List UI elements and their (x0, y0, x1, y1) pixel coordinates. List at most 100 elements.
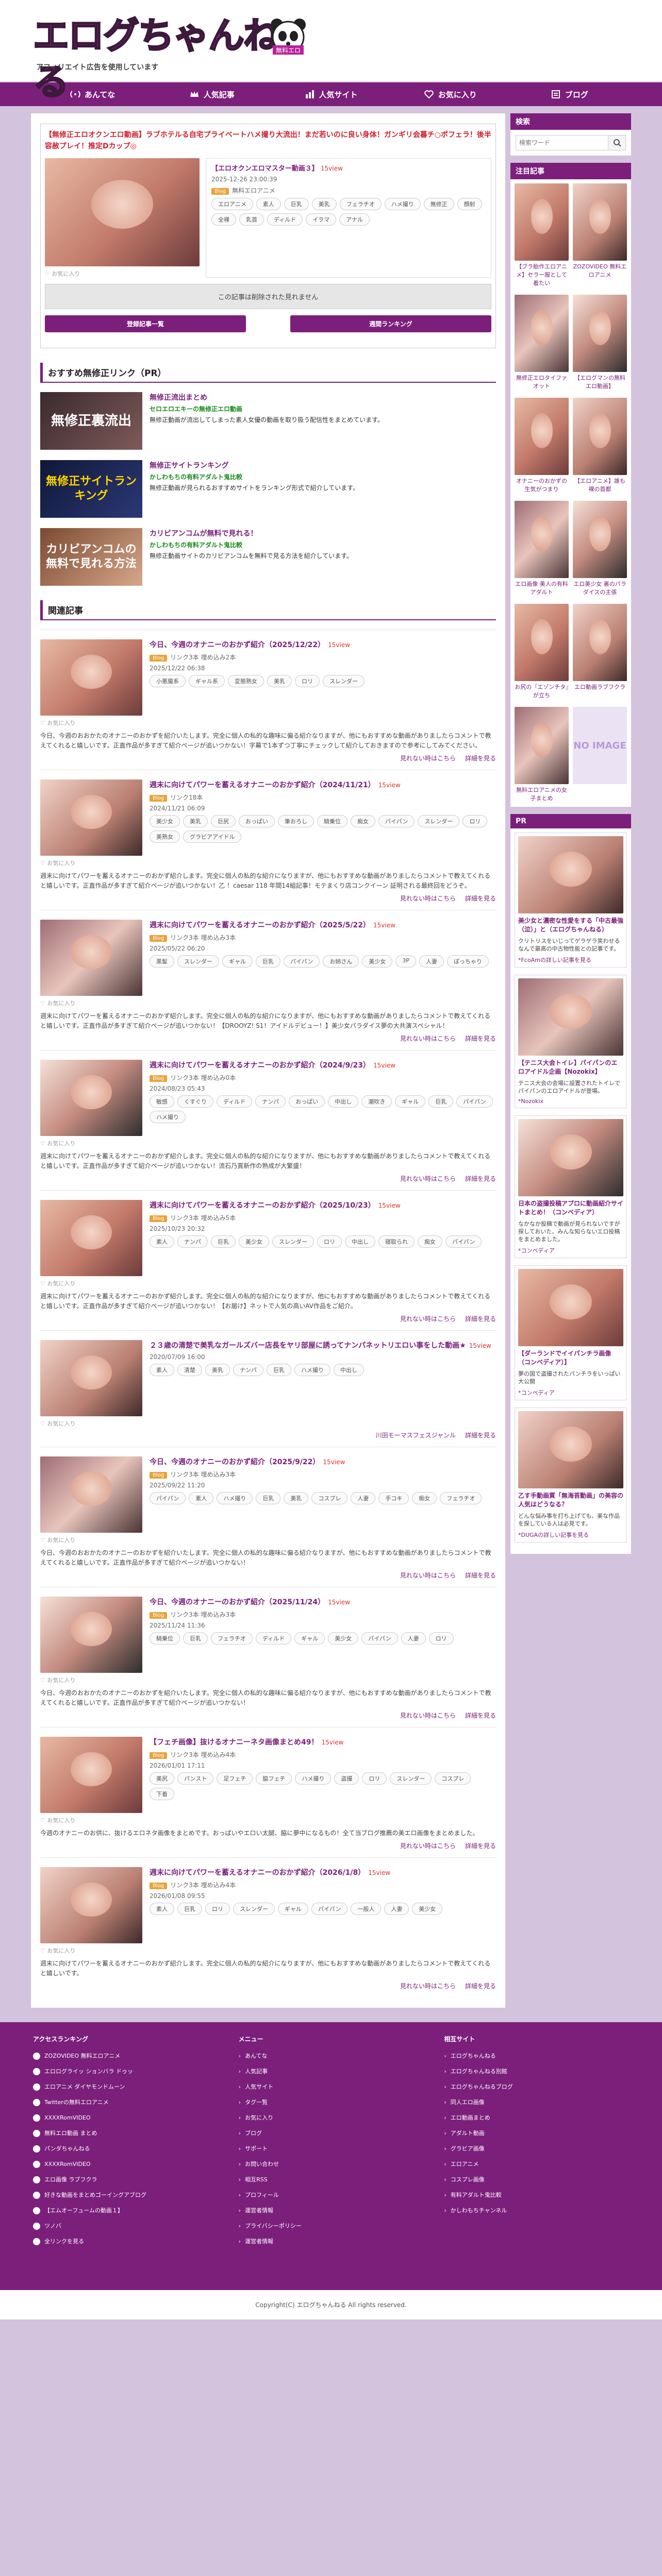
footer-link[interactable]: › アダルト動画 (444, 2126, 629, 2141)
footer-link[interactable]: › あんてな (239, 2048, 424, 2064)
footer-link[interactable]: エロ画像 ラブフクラ (33, 2172, 218, 2188)
footer-link[interactable]: Twitterの無料エロアニメ (33, 2095, 218, 2110)
favorite-link[interactable]: ♡ お気に入り (40, 1946, 142, 1955)
more-link[interactable]: 見れない時はこちら (400, 1982, 456, 1990)
tag-chip[interactable]: 痴女 (351, 815, 375, 827)
tag-chip[interactable]: ロリ (317, 1235, 342, 1248)
tag-chip[interactable]: ディルド (267, 213, 303, 226)
tag-chip[interactable]: 中出し (345, 1235, 375, 1248)
tag-chip[interactable]: ギャル (222, 955, 253, 968)
saved-articles-button[interactable]: 登録記事一覧 (45, 315, 246, 332)
tag-chip[interactable]: グラビアアイドル (183, 831, 242, 843)
tag-chip[interactable]: くすぐり (177, 1095, 213, 1108)
tag-chip[interactable]: コスプレ (311, 1492, 348, 1504)
tag-chip[interactable]: コスプレ (435, 1772, 471, 1785)
pickup-title[interactable]: エロ動画ラブフクラ (573, 683, 627, 691)
tag-chip[interactable]: お姉さん (323, 955, 359, 968)
footer-link[interactable]: › かしわもちチャンネル (444, 2203, 629, 2218)
recommended-banner[interactable]: 無修正サイトランキング (40, 460, 142, 518)
more-link[interactable]: 見れない時はこちら (400, 1315, 456, 1323)
tag-chip[interactable]: 美尻 (150, 1772, 174, 1785)
pickup-thumbnail[interactable] (573, 295, 627, 372)
tag-chip[interactable]: 巨乳 (284, 198, 309, 210)
pickup-item[interactable]: エロ画像 美人の有料アダルト (515, 501, 569, 597)
article-title[interactable]: 今日、今週のオナニーのおかず紹介（2025/12/22） 15view (150, 639, 496, 650)
pickup-thumbnail[interactable] (573, 604, 627, 681)
pickup-item[interactable]: エロ動画ラブフクラ (573, 604, 627, 700)
footer-link[interactable]: 全リンクを見る (33, 2234, 218, 2249)
tag-chip[interactable]: ロリ (428, 1632, 454, 1645)
pickup-title[interactable]: 無修正エロタイファオット (515, 374, 569, 391)
pr-title[interactable]: 【テニス大会トイレ】パイパンのエロアイドル企画【Nozokix】 (518, 1059, 623, 1076)
article-title-text[interactable]: 今日、今週のオナニーのおかず紹介（2025/12/22） (150, 641, 325, 649)
tag-chip[interactable]: 寝取られ (378, 1235, 415, 1248)
pickup-title[interactable]: オナニーのおかずの生気がつまり (515, 477, 569, 494)
recommended-item[interactable]: カリビアンコムの 無料で見れる方法 カリビアンコムが無料で見れる！ かしわもちの有料… (40, 528, 496, 586)
article-title-text[interactable]: 週末に向けてパワーを蓄えるオナニーのおかず紹介（2025/5/22） (150, 921, 370, 929)
nav-item-favorites[interactable]: お気に入り (391, 82, 510, 106)
pickup-item[interactable]: オナニーのおかずの生気がつまり (515, 398, 569, 494)
tag-chip[interactable]: パイパン (284, 955, 320, 968)
tag-chip[interactable]: 美少女 (150, 815, 180, 827)
pr-item[interactable]: 乙す手動画質「無海苔動画」の美容の人気はどうなる？ どんな悩み事を打ち上げても、楽… (515, 1408, 627, 1543)
tag-chip[interactable]: スレンダー (272, 1235, 314, 1248)
more-link[interactable]: 見れない時はこちら (400, 895, 456, 902)
tag-chip[interactable]: パイパン (445, 1235, 482, 1248)
footer-link[interactable]: › エロ動画まとめ (444, 2110, 629, 2126)
pr-thumbnail[interactable] (518, 1269, 623, 1346)
tag-chip[interactable]: ハメ撮り (217, 1492, 253, 1504)
article-thumbnail[interactable] (40, 1060, 142, 1136)
pickup-thumbnail[interactable] (515, 604, 569, 681)
more-link[interactable]: 詳細を見る (465, 1572, 496, 1579)
tag-chip[interactable]: スレンダー (390, 1772, 432, 1785)
tag-chip[interactable]: フェラチオ (440, 1492, 482, 1504)
tag-chip[interactable]: 美少女 (412, 1903, 443, 1915)
tag-chip[interactable]: 盗撮 (334, 1772, 359, 1785)
article-title[interactable]: 週末に向けてパワーを蓄えるオナニーのおかず紹介（2024/11/21） 15vie… (150, 779, 496, 790)
pr-item[interactable]: 【テニス大会トイレ】パイパンのエロアイドル企画【Nozokix】 テニス大会の会場… (515, 975, 627, 1108)
footer-link[interactable]: XXXXRomVIDEO (33, 2157, 218, 2172)
recommended-banner[interactable]: 無修正裏流出 (40, 392, 142, 450)
pr-link[interactable]: *Nozokix (518, 1098, 623, 1105)
more-link[interactable]: 見れない時はこちら (400, 1572, 456, 1579)
footer-link[interactable]: XXXXRomVIDEO (33, 2110, 218, 2126)
tag-chip[interactable]: 美乳 (311, 198, 337, 210)
pickup-title[interactable]: 【ブラ胎作エロアニメ】セラー服として着たい (515, 263, 569, 287)
tag-chip[interactable]: ナンパ (233, 1364, 263, 1376)
tag-chip[interactable]: パイパン (378, 815, 415, 827)
article-title-text[interactable]: 週末に向けてパワーを蓄えるオナニーのおかず紹介（2025/10/23） (150, 1201, 375, 1210)
pickup-thumbnail[interactable] (573, 501, 627, 578)
pickup-thumbnail[interactable] (573, 183, 627, 261)
article-title[interactable]: 週末に向けてパワーを蓄えるオナニーのおかず紹介（2026/1/8） 15view (150, 1867, 496, 1877)
more-link[interactable]: 詳細を見る (465, 1035, 496, 1042)
article-title[interactable]: 【フェチ画像】抜けるオナニーネタ画像まとめ49！ 15view (150, 1737, 496, 1747)
tag-chip[interactable]: ギャル (278, 1903, 308, 1915)
tag-chip[interactable]: 素人 (150, 1364, 174, 1376)
tag-chip[interactable]: 巨乳 (211, 1235, 236, 1248)
article-title-text[interactable]: 【フェチ画像】抜けるオナニーネタ画像まとめ49！ (150, 1738, 318, 1747)
tag-chip[interactable]: 中出し (328, 1095, 359, 1108)
tag-chip[interactable]: ぽっちゃり (446, 955, 489, 968)
pickup-title[interactable]: 無料エロアニメの女子まとめ (515, 786, 569, 803)
tag-chip[interactable]: 巨乳 (177, 1903, 202, 1915)
tag-chip[interactable]: ハメ撮り (384, 198, 421, 210)
pickup-thumbnail[interactable] (515, 707, 569, 784)
tag-chip[interactable]: フェラチオ (339, 198, 382, 210)
pr-link[interactable]: *DUGAの詳しい記事を見る (518, 1531, 623, 1539)
tag-chip[interactable]: 騎乗位 (150, 1632, 180, 1645)
featured-source-link[interactable]: 【エロオクンエロマスター動画３】 (211, 165, 319, 173)
tag-chip[interactable]: おっぱい (289, 1095, 325, 1108)
featured-thumbnail[interactable] (45, 158, 200, 266)
tag-chip[interactable]: スレンダー (418, 815, 460, 827)
tag-chip[interactable]: 痴女 (412, 1492, 437, 1504)
favorite-link[interactable]: ♡ お気に入り (40, 999, 142, 1007)
favorite-link[interactable]: ♡ お気に入り (40, 1816, 142, 1824)
pickup-item[interactable]: 無修正エロタイファオット (515, 295, 569, 391)
article-title-text[interactable]: 週末に向けてパワーを蓄えるオナニーのおかず紹介（2026/1/8） (150, 1869, 365, 1877)
pickup-item[interactable]: 無料エロアニメの女子まとめ (515, 707, 569, 803)
tag-chip[interactable]: 痴女 (418, 1235, 442, 1248)
tag-chip[interactable]: スレンダー (177, 955, 219, 968)
tag-chip[interactable]: ディルド (217, 1095, 253, 1108)
tag-chip[interactable]: おっぱい (239, 815, 275, 827)
article-thumbnail[interactable] (40, 1737, 142, 1813)
